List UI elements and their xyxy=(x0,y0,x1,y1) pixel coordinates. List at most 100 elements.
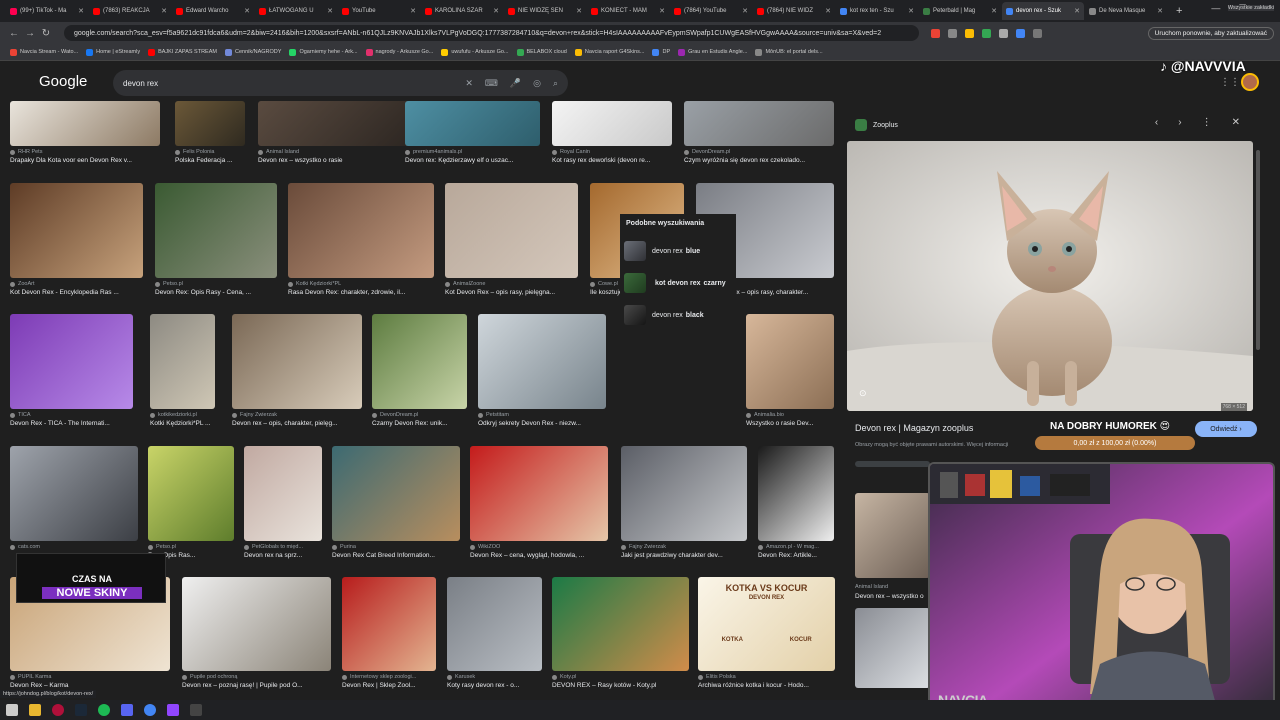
result-caption[interactable]: Odkryj sekrety Devon Rex - niezw... xyxy=(478,420,606,427)
image-result[interactable]: Petso.pl Rex: Opis Ras... xyxy=(148,446,234,559)
image-thumbnail[interactable] xyxy=(342,577,436,671)
puzzle-icon[interactable] xyxy=(1033,28,1042,38)
image-result[interactable]: PetGlobals to międ... Devon rex na sprz..… xyxy=(244,446,322,559)
close-tab-icon[interactable]: ✕ xyxy=(576,7,582,15)
extension-icon[interactable] xyxy=(948,28,957,38)
browser-tab[interactable]: De Neva Masque ✕ xyxy=(1085,2,1167,20)
search-input[interactable]: devon rex xyxy=(123,79,453,88)
browser-tab[interactable]: KAROLINA SZAR ✕ xyxy=(421,2,503,20)
similar-search-item[interactable]: kot devon rex czarny xyxy=(620,267,736,299)
more-icon[interactable]: ⋮ xyxy=(1202,117,1212,128)
image-thumbnail[interactable] xyxy=(372,314,467,409)
image-thumbnail[interactable] xyxy=(148,446,234,541)
image-thumbnail[interactable] xyxy=(10,314,133,409)
result-caption[interactable]: Devon Rex: Opis Rasy - Cena, ... xyxy=(155,289,277,296)
result-caption[interactable]: Kot Devon Rex – opis rasy, pielęgna... xyxy=(445,289,578,296)
lens-icon[interactable]: ◎ xyxy=(533,78,541,89)
image-result[interactable]: Pupile pod ochroną Devon rex – poznaj ras… xyxy=(182,577,331,689)
app-icon[interactable] xyxy=(190,704,202,716)
image-result[interactable]: Petso.pl Devon Rex: Opis Rasy - Cena, ... xyxy=(155,183,277,296)
browser-tab[interactable]: KONIECT - MAM ✕ xyxy=(587,2,669,20)
similar-search-item[interactable]: devon rex blue xyxy=(620,235,736,267)
browser-tab[interactable]: (7864) YouTube ✕ xyxy=(670,2,752,20)
image-result[interactable]: cats.com xyxy=(10,446,138,552)
result-caption[interactable]: Devon Rex – cena, wygląd, hodowla, ... xyxy=(470,552,608,559)
close-tab-icon[interactable]: ✕ xyxy=(659,7,665,15)
lens-search-icon[interactable]: ⊙ xyxy=(859,388,867,399)
keyboard-icon[interactable]: ⌨ xyxy=(485,78,498,89)
image-thumbnail[interactable] xyxy=(552,577,689,671)
image-result[interactable]: Karusek Koty rasy devon rex - o... xyxy=(447,577,542,689)
image-thumbnail[interactable] xyxy=(332,446,460,541)
result-caption[interactable]: Jaki jest prawdziwy charakter dev... xyxy=(621,552,747,559)
image-thumbnail[interactable] xyxy=(621,446,747,541)
bookmark-item[interactable]: uwufufu - Arkusze Go... xyxy=(441,48,509,56)
result-caption[interactable]: Kotki Kędziorki*PL ... xyxy=(150,420,215,427)
image-thumbnail[interactable]: KOTKA VS KOCUR DEVON REX KOTKA KOCUR xyxy=(698,577,835,671)
image-thumbnail[interactable] xyxy=(746,314,834,409)
image-result[interactable]: kotkikedziorki.pl Kotki Kędziorki*PL ... xyxy=(150,314,215,427)
image-thumbnail[interactable] xyxy=(684,101,834,146)
result-caption[interactable]: Devon rex – poznaj rasę! | Pupile pod O.… xyxy=(182,682,331,689)
result-caption[interactable]: Rasa Devon Rex: charakter, zdrowie, il..… xyxy=(288,289,434,296)
browser-tab[interactable]: devon rex - Szuk ✕ xyxy=(1002,2,1084,20)
forward-icon[interactable]: → xyxy=(22,28,38,39)
browser-tab[interactable]: kot rex ten - Szu ✕ xyxy=(836,2,918,20)
image-result[interactable]: TICA Devon Rex - TICA - The Internati... xyxy=(10,314,133,427)
bookmark-item[interactable]: nagrody - Arkusze Go... xyxy=(365,48,433,56)
reload-icon[interactable]: ↻ xyxy=(38,28,54,39)
visit-button[interactable]: Odwiedź › xyxy=(1195,421,1257,437)
avatar[interactable] xyxy=(1241,73,1259,91)
result-caption[interactable]: Drapaky Dla Kota voor een Devon Rex v... xyxy=(10,157,160,164)
result-caption[interactable]: Devon rex – wszystko o rasie xyxy=(258,157,423,164)
browser-tab[interactable]: ŁATWOGANG U ✕ xyxy=(255,2,337,20)
extension-icon[interactable] xyxy=(982,28,991,38)
similar-search-item[interactable]: devon rex black xyxy=(620,299,736,331)
update-button[interactable]: Uruchom ponownie, aby zaktualizować xyxy=(1147,26,1274,40)
image-result[interactable]: DevonDream.pl Czym wyróżnia się devon rex… xyxy=(684,101,834,164)
close-tab-icon[interactable]: ✕ xyxy=(410,7,416,15)
image-result[interactable]: DevonDream.pl Czarny Devon Rex: unik... xyxy=(372,314,467,427)
image-thumbnail[interactable] xyxy=(244,446,322,541)
image-result[interactable]: Felis Polonia Polska Federacja ... xyxy=(175,101,245,164)
image-thumbnail[interactable] xyxy=(445,183,578,278)
bookmark-item[interactable]: DP xyxy=(652,48,670,56)
image-thumbnail[interactable] xyxy=(10,101,160,146)
image-thumbnail[interactable] xyxy=(478,314,606,409)
next-icon[interactable]: › xyxy=(1178,117,1181,128)
image-result[interactable]: Internetowy sklep zoologi... Devon Rex | … xyxy=(342,577,436,689)
image-thumbnail[interactable] xyxy=(258,101,423,146)
image-result[interactable]: Koty.pl DEVON REX – Rasy kotów - Koty.pl xyxy=(552,577,689,689)
bookmark-item[interactable]: Ogarniemy hehe - Ark... xyxy=(289,48,358,56)
image-thumbnail[interactable] xyxy=(10,446,138,541)
url-field[interactable]: google.com/search?sca_esv=f5a9621dc91fdc… xyxy=(64,25,919,41)
bookmark-item[interactable]: Grau en Estudis Angle... xyxy=(678,48,747,56)
image-result[interactable]: WikiZOO Devon Rex – cena, wygląd, hodowla… xyxy=(470,446,608,559)
bookmark-item[interactable]: MônUB: el portal dels... xyxy=(755,48,823,56)
image-result[interactable]: AnimalZoone Kot Devon Rex – opis rasy, pi… xyxy=(445,183,578,296)
image-result[interactable]: RHR Pets Drapaky Dla Kota voor een Devon … xyxy=(10,101,160,164)
image-result[interactable]: KOTKA VS KOCUR DEVON REX KOTKA KOCUR Elitis … xyxy=(698,577,835,689)
result-caption[interactable]: Devon Rex Cat Breed Information... xyxy=(332,552,460,559)
image-thumbnail[interactable] xyxy=(447,577,542,671)
bookmark-item[interactable]: BAJKI ZAPAS STREAM xyxy=(148,48,217,56)
related-image-caption[interactable]: Devon rex – wszystko o xyxy=(855,593,924,600)
close-tab-icon[interactable]: ✕ xyxy=(1074,7,1080,15)
extension-icon[interactable] xyxy=(965,28,974,38)
image-thumbnail[interactable] xyxy=(175,101,245,146)
result-caption[interactable]: Kot rasy rex dewoński (devon re... xyxy=(552,157,672,164)
image-thumbnail[interactable] xyxy=(470,446,608,541)
image-result[interactable]: Animal Island Devon rex – wszystko o rasi… xyxy=(258,101,423,164)
close-tab-icon[interactable]: ✕ xyxy=(1157,7,1163,15)
close-tab-icon[interactable]: ✕ xyxy=(493,7,499,15)
close-icon[interactable]: ✕ xyxy=(1232,117,1240,128)
image-result[interactable]: Royal Canin Kot rasy rex dewoński (devon … xyxy=(552,101,672,164)
panel-source[interactable]: Zooplus xyxy=(855,119,898,131)
result-caption[interactable]: Devon Rex - TICA - The Internati... xyxy=(10,420,133,427)
image-thumbnail[interactable] xyxy=(155,183,277,278)
result-caption[interactable]: Koty rasy devon rex - o... xyxy=(447,682,542,689)
folder-icon[interactable] xyxy=(29,704,41,716)
result-caption[interactable]: DEVON REX – Rasy kotów - Koty.pl xyxy=(552,682,689,689)
browser-tab[interactable]: (99+) TikTok - Ma ✕ xyxy=(6,2,88,20)
result-caption[interactable]: Kot Devon Rex - Encyklopedia Ras ... xyxy=(10,289,143,296)
